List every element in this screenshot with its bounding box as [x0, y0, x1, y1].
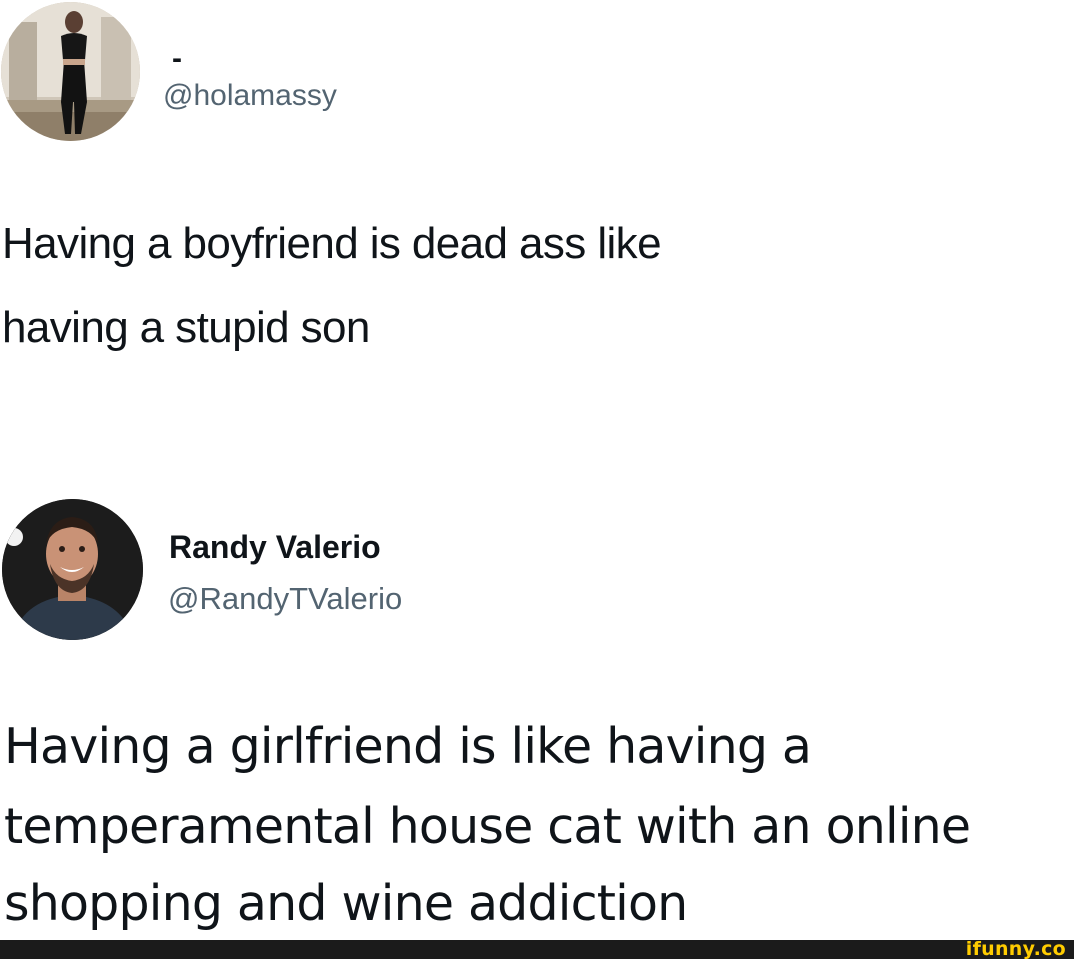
tweet-text-line: temperamental house cat with an online — [4, 798, 971, 855]
tweet-text-line: Having a girlfriend is like having a — [4, 718, 812, 775]
tweet-text-line: shopping and wine addiction — [4, 875, 688, 932]
display-name: Randy Valerio — [169, 529, 381, 565]
ifunny-watermark: ifunny.co — [965, 938, 1066, 960]
tweet-randytvalerio: Randy Valerio @RandyTValerio Having a gi… — [0, 0, 1074, 940]
user-handle[interactable]: @RandyTValerio — [168, 580, 402, 618]
watermark-bar: ifunny.co — [0, 938, 1074, 960]
avatar-randytvalerio[interactable] — [2, 499, 143, 640]
avatar-photo-icon — [2, 499, 143, 640]
